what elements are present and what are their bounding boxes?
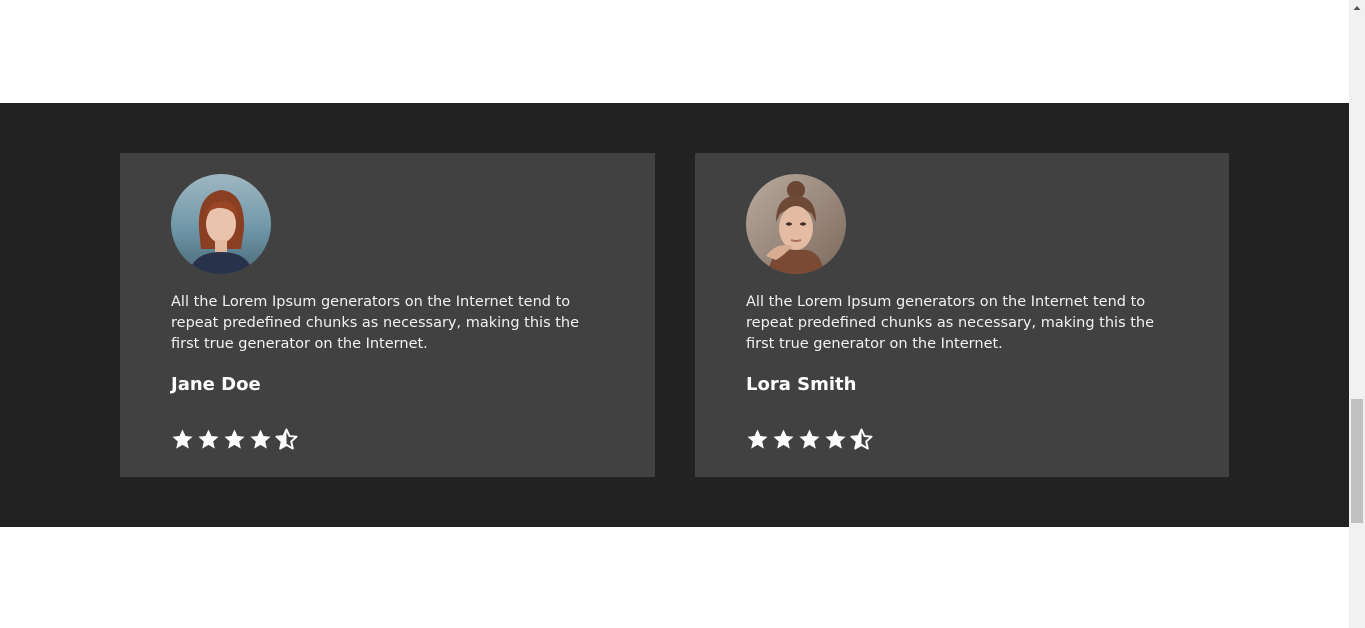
star-icon [172, 429, 193, 449]
testimonials-section: All the Lorem Ipsum generators on the In… [0, 103, 1349, 527]
page: All the Lorem Ipsum generators on the In… [0, 0, 1365, 628]
star-rating [746, 428, 873, 454]
avatar [746, 174, 846, 274]
scroll-up-arrow-icon[interactable] [1349, 0, 1365, 16]
testimonial-name: Jane Doe [171, 374, 261, 395]
star-icon [825, 429, 846, 449]
testimonial-quote: All the Lorem Ipsum generators on the In… [171, 294, 580, 352]
testimonial-card: All the Lorem Ipsum generators on the In… [120, 153, 655, 477]
testimonial-card: All the Lorem Ipsum generators on the In… [695, 153, 1229, 477]
star-icon [799, 429, 820, 449]
star-icon [773, 429, 794, 449]
star-half-icon [275, 428, 298, 450]
viewport: All the Lorem Ipsum generators on the In… [0, 0, 1349, 628]
star-icon [747, 429, 768, 449]
star-icon [198, 429, 219, 449]
star-rating [171, 428, 298, 454]
testimonial-quote: All the Lorem Ipsum generators on the In… [746, 294, 1155, 352]
scrollbar-thumb[interactable] [1351, 399, 1363, 523]
star-icon [250, 429, 271, 449]
avatar [171, 174, 271, 274]
star-icon [224, 429, 245, 449]
star-half-icon [850, 428, 873, 450]
testimonial-name: Lora Smith [746, 374, 857, 395]
vertical-scrollbar[interactable] [1349, 0, 1365, 628]
